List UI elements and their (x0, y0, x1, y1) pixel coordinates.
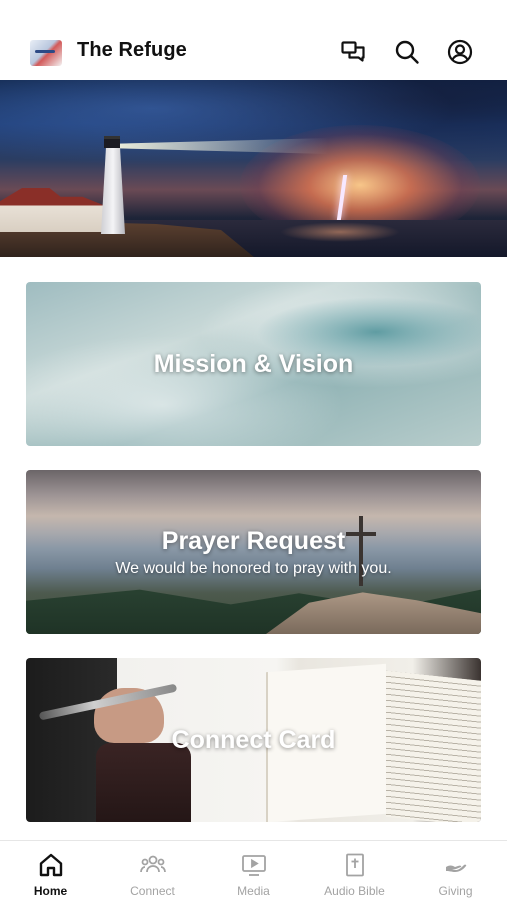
bible-image (386, 670, 481, 822)
tab-label: Giving (438, 884, 473, 898)
app-title: The Refuge (77, 39, 187, 61)
tab-giving[interactable]: Giving (405, 841, 506, 900)
profile-icon[interactable] (446, 38, 474, 66)
bottom-tab-bar: Home Connect Media Audio Bible Giving (0, 840, 507, 900)
home-icon (39, 853, 62, 877)
card-subtitle: We would be honored to pray with you. (115, 559, 392, 577)
card-title: Prayer Request (161, 526, 346, 555)
tab-audio-bible[interactable]: Audio Bible (304, 841, 405, 900)
tab-media[interactable]: Media (203, 841, 304, 900)
card-title: Connect Card (171, 725, 336, 754)
people-icon (139, 855, 166, 873)
app-header: The Refuge (0, 0, 507, 80)
tab-label: Audio Bible (324, 884, 385, 898)
mission-vision-card[interactable]: Mission & Vision (26, 282, 481, 446)
card-title: Mission & Vision (153, 349, 354, 378)
tab-label: Connect (130, 884, 175, 898)
connect-card[interactable]: Connect Card (26, 658, 481, 822)
tab-label: Home (33, 884, 68, 898)
tab-connect[interactable]: Connect (102, 841, 203, 900)
tab-label: Media (237, 884, 270, 898)
bible-icon (345, 853, 364, 877)
search-icon[interactable] (393, 38, 421, 66)
tv-play-icon (241, 855, 266, 876)
hero-banner-image (0, 80, 507, 257)
giving-hand-icon (445, 864, 466, 872)
prayer-request-card[interactable]: Prayer Request We would be honored to pr… (26, 470, 481, 634)
church-logo-icon[interactable] (30, 40, 62, 66)
tab-home[interactable]: Home (0, 841, 101, 900)
chat-icon[interactable] (339, 38, 367, 66)
